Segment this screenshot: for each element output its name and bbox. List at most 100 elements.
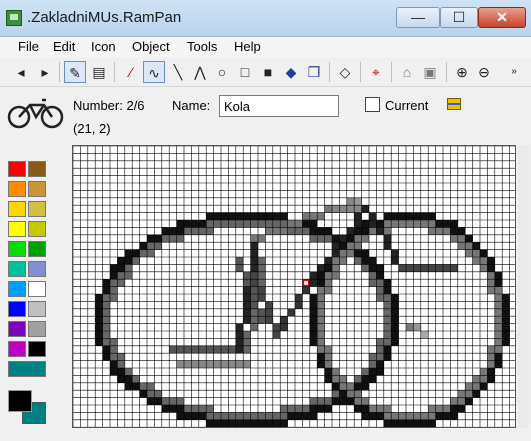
drawn-pixel[interactable] xyxy=(132,249,140,257)
drawn-pixel[interactable] xyxy=(317,338,325,346)
drawn-pixel[interactable] xyxy=(206,412,214,420)
drawn-pixel[interactable] xyxy=(265,308,273,317)
drawn-pixel[interactable] xyxy=(176,405,184,413)
drawn-pixel[interactable] xyxy=(272,220,281,228)
name-input[interactable] xyxy=(219,95,339,117)
drawn-pixel[interactable] xyxy=(272,331,281,339)
drawn-pixel[interactable] xyxy=(339,390,347,398)
drawn-pixel[interactable] xyxy=(272,412,281,420)
drawn-pixel[interactable] xyxy=(280,323,288,331)
next-icon[interactable]: ▸ xyxy=(34,61,56,83)
drawn-pixel[interactable] xyxy=(324,405,332,413)
drawn-pixel[interactable] xyxy=(332,368,340,376)
drawn-pixel[interactable] xyxy=(391,331,399,339)
drawn-pixel[interactable] xyxy=(332,264,340,272)
drawn-pixel[interactable] xyxy=(383,316,392,324)
drawn-pixel[interactable] xyxy=(443,412,451,420)
drawn-pixel[interactable] xyxy=(206,345,214,354)
color-swatch[interactable] xyxy=(28,201,46,217)
drawn-pixel[interactable] xyxy=(295,405,303,413)
drawn-pixel[interactable] xyxy=(154,234,162,243)
drawn-pixel[interactable] xyxy=(102,294,110,302)
drawn-pixel[interactable] xyxy=(250,264,258,272)
drawn-pixel[interactable] xyxy=(324,271,332,280)
drawn-pixel[interactable] xyxy=(465,397,473,405)
drawn-pixel[interactable] xyxy=(213,345,221,354)
drawn-pixel[interactable] xyxy=(309,294,318,302)
drawn-pixel[interactable] xyxy=(102,353,110,361)
color-swatch[interactable] xyxy=(28,181,46,197)
drawn-pixel[interactable] xyxy=(465,242,473,250)
drawn-pixel[interactable] xyxy=(235,323,244,331)
menu-object[interactable]: Object xyxy=(132,39,170,54)
drawn-pixel[interactable] xyxy=(487,279,495,287)
drawn-pixel[interactable] xyxy=(346,205,355,213)
drawn-pixel[interactable] xyxy=(124,264,133,272)
drawn-pixel[interactable] xyxy=(406,264,414,272)
drawn-pixel[interactable] xyxy=(502,323,510,331)
drawn-pixel[interactable] xyxy=(258,271,266,280)
drawn-pixel[interactable] xyxy=(391,249,399,257)
drawn-pixel[interactable] xyxy=(198,360,207,368)
drawn-pixel[interactable] xyxy=(391,257,399,265)
drawn-pixel[interactable] xyxy=(354,220,362,228)
drawn-pixel[interactable] xyxy=(250,242,258,250)
drawn-pixel[interactable] xyxy=(302,405,310,413)
drawn-pixel[interactable] xyxy=(494,271,503,280)
drawn-pixel[interactable] xyxy=(391,412,399,420)
drawn-pixel[interactable] xyxy=(457,397,466,405)
drawn-pixel[interactable] xyxy=(472,242,480,250)
drawn-pixel[interactable] xyxy=(176,360,184,368)
rectangle-icon[interactable]: □ xyxy=(234,61,256,83)
drawn-pixel[interactable] xyxy=(369,264,377,272)
drawn-pixel[interactable] xyxy=(502,301,510,309)
drawn-pixel[interactable] xyxy=(169,397,177,405)
drawn-pixel[interactable] xyxy=(487,271,495,280)
drawn-pixel[interactable] xyxy=(480,368,488,376)
drawn-pixel[interactable] xyxy=(95,338,103,346)
drawn-pixel[interactable] xyxy=(472,257,480,265)
drawn-pixel[interactable] xyxy=(250,212,258,220)
drawn-pixel[interactable] xyxy=(354,382,362,391)
drawn-pixel[interactable] xyxy=(324,264,332,272)
drawn-pixel[interactable] xyxy=(317,353,325,361)
drawn-pixel[interactable] xyxy=(309,397,318,405)
drawn-pixel[interactable] xyxy=(154,397,162,405)
drawn-pixel[interactable] xyxy=(206,220,214,228)
drawn-pixel[interactable] xyxy=(317,308,325,317)
drawn-pixel[interactable] xyxy=(110,286,118,294)
drawn-pixel[interactable] xyxy=(169,234,177,243)
drawn-pixel[interactable] xyxy=(191,405,199,413)
freehand-icon[interactable]: ∿ xyxy=(143,61,165,83)
drawn-pixel[interactable] xyxy=(465,234,473,243)
drawn-pixel[interactable] xyxy=(110,294,118,302)
drawn-pixel[interactable] xyxy=(383,338,392,346)
drawn-pixel[interactable] xyxy=(391,316,399,324)
drawn-pixel[interactable] xyxy=(243,338,251,346)
drawn-pixel[interactable] xyxy=(450,234,458,243)
drawn-pixel[interactable] xyxy=(317,286,325,294)
drawn-pixel[interactable] xyxy=(383,286,392,294)
drawn-pixel[interactable] xyxy=(243,294,251,302)
canvas-scrollbar[interactable] xyxy=(518,145,529,428)
drawn-pixel[interactable] xyxy=(346,234,355,243)
drawn-pixel[interactable] xyxy=(494,308,503,317)
drawn-pixel[interactable] xyxy=(332,234,340,243)
drawn-pixel[interactable] xyxy=(280,316,288,324)
drawn-pixel[interactable] xyxy=(250,257,258,265)
drawn-pixel[interactable] xyxy=(369,257,377,265)
drawn-pixel[interactable] xyxy=(243,279,251,287)
drawn-pixel[interactable] xyxy=(309,405,318,413)
origin-icon[interactable]: ⌖ xyxy=(365,61,387,83)
drawn-pixel[interactable] xyxy=(280,405,288,413)
drawn-pixel[interactable] xyxy=(132,257,140,265)
drawn-pixel[interactable] xyxy=(317,323,325,331)
drawn-pixel[interactable] xyxy=(295,301,303,309)
drawn-pixel[interactable] xyxy=(176,412,184,420)
drawn-pixel[interactable] xyxy=(354,257,362,265)
pencil-icon[interactable]: ✎ xyxy=(64,61,86,83)
drawn-pixel[interactable] xyxy=(361,220,369,228)
drawn-pixel[interactable] xyxy=(324,227,332,235)
drawn-pixel[interactable] xyxy=(117,368,125,376)
drawn-pixel[interactable] xyxy=(95,301,103,309)
